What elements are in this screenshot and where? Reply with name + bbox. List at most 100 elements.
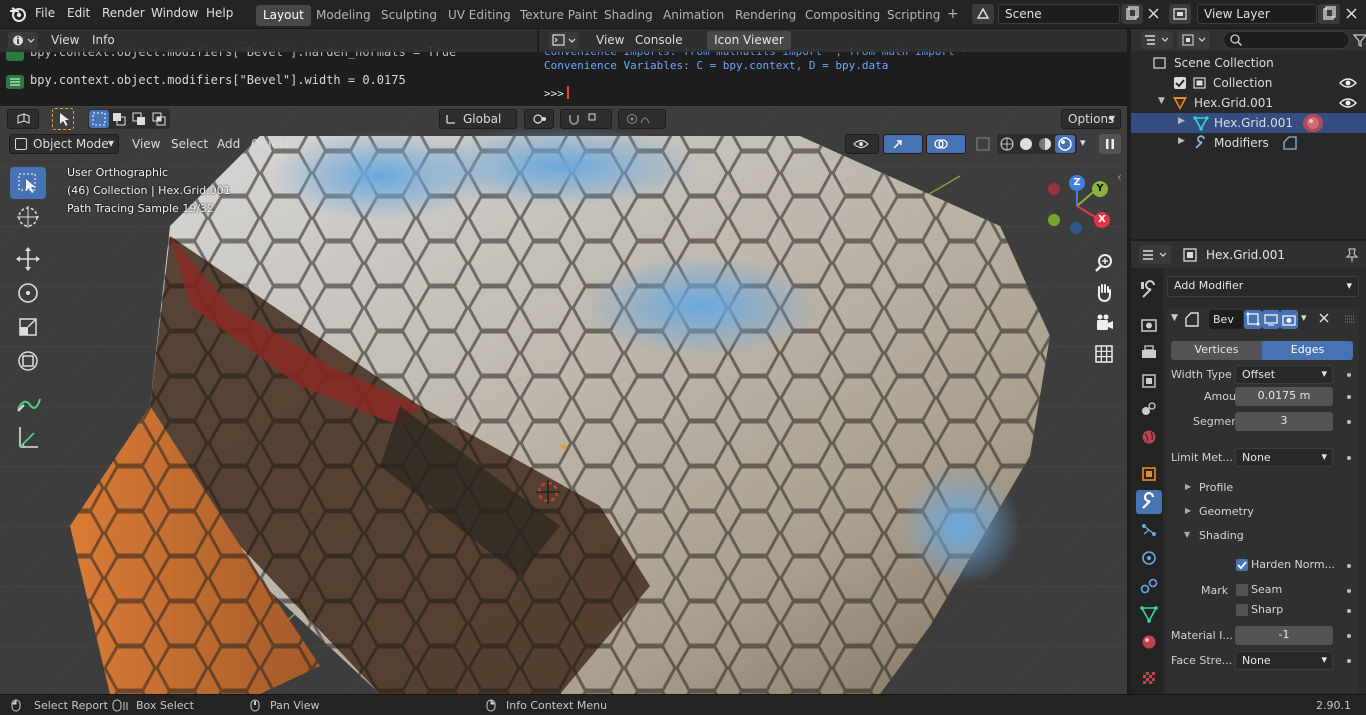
remove-modifier-icon[interactable] [1317,311,1331,325]
measure-tool-icon[interactable] [10,421,46,453]
editor-type-info-icon[interactable] [8,32,38,49]
viewport-toggle-icon[interactable] [1262,310,1280,329]
tab-texture-paint[interactable]: Texture Paint [513,5,604,26]
object-mode-dropdown[interactable]: Object Mode ▾ [9,134,119,154]
3d-viewport[interactable]: Global Options ▾ Object Mode ▾ View Sele… [0,106,1127,694]
harden-normals-checkbox[interactable] [1236,559,1248,571]
tab-scripting[interactable]: Scripting [880,5,947,26]
options-dropdown[interactable]: Options ▾ [1061,109,1121,129]
outliner-row-scene-collection[interactable]: Scene Collection [1131,53,1366,73]
eye-icon[interactable] [1339,76,1357,90]
set-selection-icon[interactable] [89,110,109,128]
view-layer-properties-icon[interactable] [1136,369,1162,393]
tab-uv-editing[interactable]: UV Editing [441,5,518,26]
keyframe-dot-icon[interactable] [1347,456,1351,460]
outliner-row-hex-grid-object[interactable]: ▼ Hex.Grid.001 [1131,93,1366,113]
world-properties-icon[interactable] [1136,425,1162,449]
limit-method-dropdown[interactable]: None ▾ [1235,448,1333,467]
menu-render[interactable]: Render [102,6,145,20]
new-scene-icon[interactable] [1121,4,1143,24]
delete-scene-icon[interactable] [1143,4,1165,24]
keyframe-dot-icon[interactable] [1347,609,1351,613]
modifier-properties-icon[interactable] [1136,490,1162,514]
keyframe-dot-icon[interactable] [1347,395,1351,399]
new-view-layer-icon[interactable] [1318,4,1340,24]
info-menu-info[interactable]: Info [92,33,115,47]
edit-mode-toggle-icon[interactable] [1244,310,1262,329]
expand-arrow-icon[interactable]: ▶ [1185,482,1191,491]
proportional-editing-icon[interactable] [618,109,666,129]
face-strength-dropdown[interactable]: None ▾ [1235,651,1333,670]
transform-tool-icon[interactable] [10,345,46,377]
display-mode-icon[interactable] [1178,31,1210,49]
outliner-row-collection[interactable]: Collection [1131,73,1366,93]
texture-properties-icon[interactable] [1136,666,1162,690]
material-icon[interactable] [1303,114,1323,132]
material-properties-icon[interactable] [1136,630,1162,654]
select-box-tool-icon[interactable] [10,167,46,199]
amount-field[interactable]: 0.0175 m [1235,387,1333,406]
solid-shading-icon[interactable] [1018,136,1034,152]
scene-selector-icon[interactable] [972,4,994,24]
mark-seam-checkbox[interactable] [1236,584,1248,596]
object-properties-icon[interactable] [1136,462,1162,486]
extend-selection-icon[interactable] [109,110,129,128]
collapse-arrow-icon[interactable]: ▼ [1171,313,1178,323]
tab-compositing[interactable]: Compositing [798,5,887,26]
filter-icon[interactable] [1353,32,1366,48]
viewport-menu-object[interactable]: Object [251,137,290,151]
gizmo-z-axis[interactable]: Z [1069,175,1085,191]
menu-file[interactable]: File [35,6,55,20]
constraint-properties-icon[interactable] [1136,574,1162,598]
cursor-tool-icon[interactable] [10,201,46,233]
outliner-row-mesh-data[interactable]: ▶ Hex.Grid.001 [1131,113,1366,133]
pan-hand-icon[interactable] [1092,280,1116,304]
perspective-toggle-icon[interactable] [1092,342,1116,366]
tool-properties-icon[interactable] [1136,278,1162,302]
menu-help[interactable]: Help [206,6,233,20]
width-type-dropdown[interactable]: Offset ▾ [1235,365,1333,384]
rendered-shading-icon[interactable] [1055,135,1075,153]
tab-animation[interactable]: Animation [656,5,731,26]
xray-icon[interactable] [975,136,991,152]
viewport-menu-select[interactable]: Select [171,137,208,151]
viewport-menu-view[interactable]: View [132,137,160,151]
tab-sculpting[interactable]: Sculpting [374,5,444,26]
geometry-subpanel[interactable]: Geometry [1199,505,1254,518]
add-workspace-button[interactable]: + [940,5,966,26]
console-prompt[interactable]: >>> [544,87,564,100]
scale-tool-icon[interactable] [10,311,46,343]
keyframe-dot-icon[interactable] [1347,634,1351,638]
material-index-field[interactable]: -1 [1235,626,1333,645]
sidebar-toggle-chevron-icon[interactable]: ‹ [1117,170,1122,184]
subtract-selection-icon[interactable] [129,110,149,128]
modifier-extras-chevron-icon[interactable]: ▾ [1301,311,1307,324]
intersect-selection-icon[interactable] [149,110,169,128]
viewport-menu-add[interactable]: Add [217,137,240,151]
expand-arrow-icon[interactable]: ▶ [1178,116,1185,126]
snap-icon[interactable] [560,109,612,129]
annotate-tool-icon[interactable] [10,387,46,419]
editor-type-console-icon[interactable] [549,32,579,49]
render-properties-icon[interactable] [1136,313,1162,337]
tab-shading[interactable]: Shading [597,5,660,26]
move-tool-icon[interactable] [10,243,46,275]
material-preview-icon[interactable] [1037,136,1053,152]
gizmo-y-axis[interactable]: Y [1092,181,1108,197]
keyframe-dot-icon[interactable] [1347,659,1351,663]
view-layer-field[interactable]: View Layer [1197,4,1317,24]
outliner-row-modifiers[interactable]: ▶ Modifiers [1131,133,1366,153]
scene-properties-icon[interactable] [1136,397,1162,421]
menu-edit[interactable]: Edit [67,6,90,20]
output-properties-icon[interactable] [1136,341,1162,365]
wireframe-shading-icon[interactable] [999,136,1015,152]
info-report-line[interactable]: bpy.context.object.modifiers["Bevel"].wi… [30,73,406,87]
scene-name-field[interactable]: Scene [998,4,1120,24]
render-toggle-icon[interactable] [1280,310,1298,329]
bevel-modifier-icon[interactable] [1282,136,1298,150]
delete-view-layer-icon[interactable] [1341,4,1363,24]
expand-arrow-icon[interactable]: ▼ [1158,96,1165,106]
tab-layout[interactable]: Layout [256,5,311,26]
outliner-search-input[interactable] [1223,31,1350,49]
collapse-arrow-icon[interactable]: ▼ [1184,530,1190,539]
